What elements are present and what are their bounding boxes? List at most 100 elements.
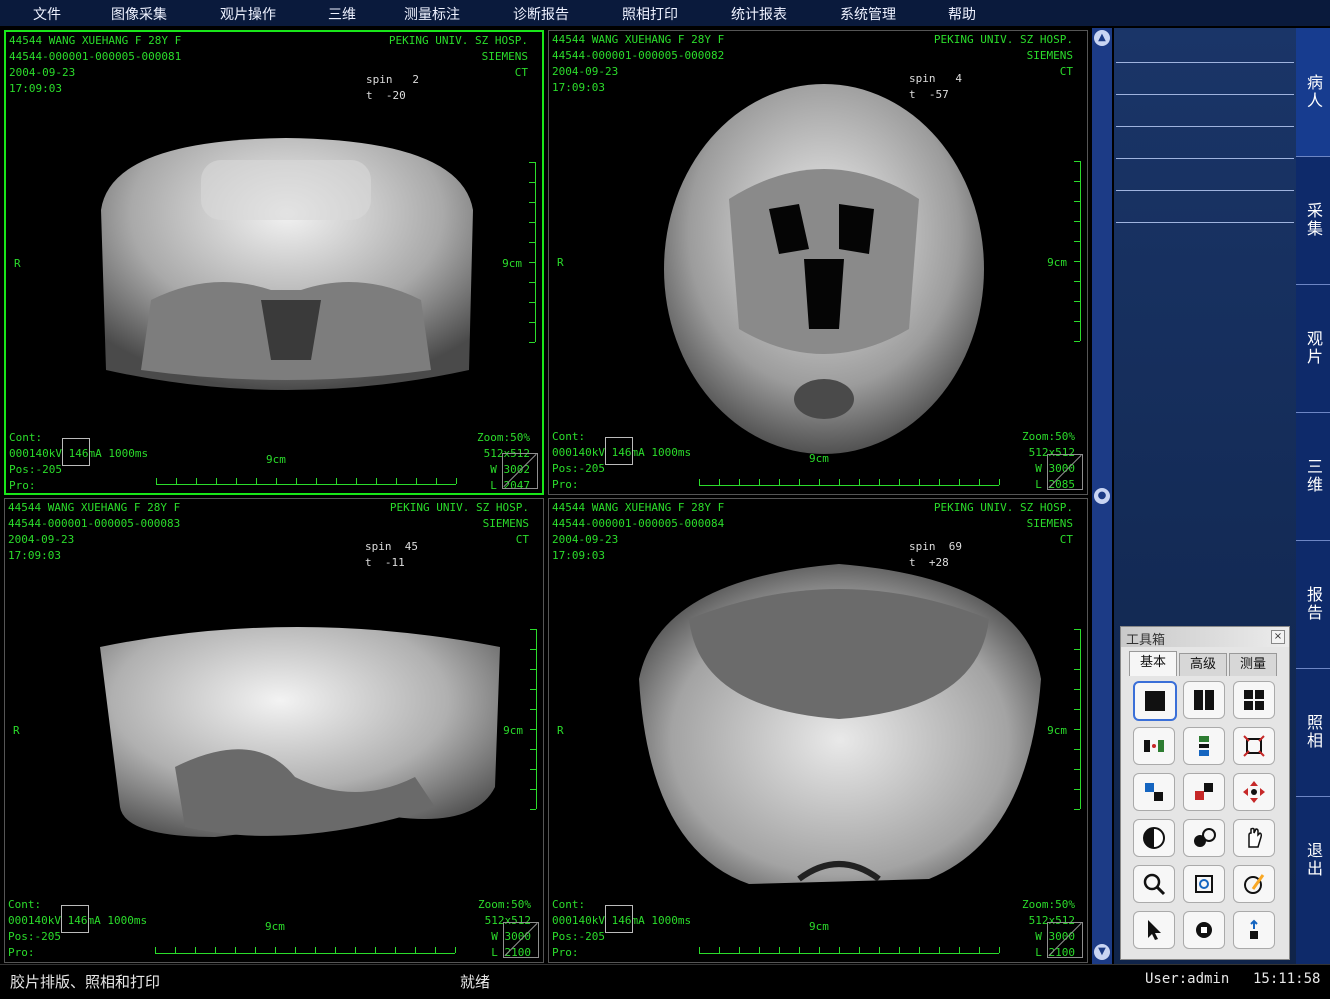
tool-layout-2x2-button[interactable] bbox=[1233, 681, 1275, 719]
panel-row-divider bbox=[1116, 222, 1294, 223]
tool-series-stack-button[interactable] bbox=[1183, 727, 1225, 765]
menu-measure[interactable]: 测量标注 bbox=[404, 4, 460, 24]
tool-stop-button[interactable] bbox=[1183, 911, 1225, 949]
ruler-tick bbox=[395, 947, 396, 953]
scroll-thumb[interactable]: ● bbox=[1094, 488, 1110, 504]
scroll-up-icon[interactable]: ▲ bbox=[1094, 30, 1110, 46]
tab-basic[interactable]: 基本 bbox=[1129, 651, 1177, 676]
horizontal-ruler bbox=[155, 947, 456, 954]
ruler-tick bbox=[1074, 301, 1080, 302]
menu-system[interactable]: 系统管理 bbox=[840, 4, 896, 24]
ruler-tick bbox=[530, 669, 536, 670]
nav-tab-acquire[interactable]: 采集 bbox=[1296, 156, 1330, 285]
tool-layout-1x2-button[interactable] bbox=[1183, 681, 1225, 719]
ruler-tick bbox=[415, 947, 416, 953]
rotation-info: spin 2 t -20 bbox=[366, 73, 419, 102]
ruler-tick bbox=[530, 749, 536, 750]
tool-grid bbox=[1127, 681, 1283, 953]
ruler-tick bbox=[1074, 689, 1080, 690]
tool-swap-button[interactable] bbox=[1183, 773, 1225, 811]
ruler-tick bbox=[879, 479, 880, 485]
horizontal-scale-label: 9cm bbox=[266, 453, 286, 466]
tool-pan-cross-button[interactable] bbox=[1233, 773, 1275, 811]
ruler-tick bbox=[215, 947, 216, 953]
tool-reset-button[interactable] bbox=[1233, 911, 1275, 949]
close-icon[interactable]: × bbox=[1271, 630, 1285, 644]
menu-viewing[interactable]: 观片操作 bbox=[220, 4, 276, 24]
tab-advanced[interactable]: 高级 bbox=[1179, 653, 1227, 676]
scroll-down-icon[interactable]: ▼ bbox=[1094, 944, 1110, 960]
ruler-tick bbox=[939, 479, 940, 485]
tool-flip-button[interactable] bbox=[1133, 773, 1175, 811]
ruler-tick bbox=[779, 947, 780, 953]
ruler-tick bbox=[859, 479, 860, 485]
ruler-tick bbox=[455, 947, 456, 953]
menu-statistics[interactable]: 统计报表 bbox=[731, 4, 787, 24]
ruler-tick bbox=[176, 478, 177, 484]
nav-tab-camera[interactable]: 照相 bbox=[1296, 668, 1330, 797]
ruler-tick bbox=[699, 947, 700, 953]
ruler-tick bbox=[979, 479, 980, 485]
menu-3d[interactable]: 三维 bbox=[328, 4, 356, 24]
ruler-tick bbox=[979, 947, 980, 953]
menu-image-acquisition[interactable]: 图像采集 bbox=[111, 4, 167, 24]
menu-bar: 文件 图像采集 观片操作 三维 测量标注 诊断报告 照相打印 统计报表 系统管理… bbox=[0, 0, 1330, 26]
menu-print[interactable]: 照相打印 bbox=[622, 4, 678, 24]
vertical-ruler bbox=[1074, 161, 1081, 342]
menu-help[interactable]: 帮助 bbox=[948, 4, 976, 24]
ruler-tick bbox=[416, 478, 417, 484]
orientation-label: R bbox=[14, 257, 21, 270]
tool-hand-pan-button[interactable] bbox=[1233, 819, 1275, 857]
viewport-1[interactable]: 44544 WANG XUEHANG F 28Y F 44544-000001-… bbox=[4, 30, 544, 495]
ruler-tick bbox=[195, 947, 196, 953]
ruler-tick bbox=[1074, 789, 1080, 790]
tool-pointer-button[interactable] bbox=[1133, 911, 1175, 949]
tool-crop-zoom-button[interactable] bbox=[1183, 865, 1225, 903]
tool-compare-button[interactable] bbox=[1133, 727, 1175, 765]
tool-magnify-button[interactable] bbox=[1133, 865, 1175, 903]
tool-layout-1x1-button[interactable] bbox=[1133, 681, 1177, 721]
toolbox-window: 工具箱 × 基本 高级 测量 bbox=[1120, 626, 1290, 960]
viewport-2[interactable]: 44544 WANG XUEHANG F 28Y F 44544-000001-… bbox=[548, 30, 1088, 495]
ruler-tick bbox=[1074, 629, 1080, 630]
ruler-tick bbox=[529, 202, 535, 203]
viewport-3[interactable]: 44544 WANG XUEHANG F 28Y F 44544-000001-… bbox=[4, 498, 544, 963]
ruler-tick bbox=[859, 947, 860, 953]
horizontal-ruler bbox=[699, 479, 1000, 486]
ruler-tick bbox=[999, 479, 1000, 485]
ruler-tick bbox=[530, 809, 536, 810]
tool-window-level-button[interactable] bbox=[1183, 819, 1225, 857]
ruler-tick bbox=[530, 709, 536, 710]
viewport-4[interactable]: 44544 WANG XUEHANG F 28Y F 44544-000001-… bbox=[548, 498, 1088, 963]
menu-report[interactable]: 诊断报告 bbox=[513, 4, 569, 24]
nav-tab-exit[interactable]: 退出 bbox=[1296, 796, 1330, 924]
ruler-tick bbox=[296, 478, 297, 484]
skull-render bbox=[101, 138, 473, 390]
layout-2x2-icon bbox=[1244, 690, 1264, 710]
ruler-tick bbox=[719, 947, 720, 953]
horizontal-scale-label: 9cm bbox=[809, 452, 829, 465]
nav-tab-report[interactable]: 报告 bbox=[1296, 540, 1330, 669]
ruler-tick bbox=[276, 478, 277, 484]
ruler-tick bbox=[919, 479, 920, 485]
tool-fit-window-button[interactable] bbox=[1233, 727, 1275, 765]
magnify-icon bbox=[1143, 873, 1166, 896]
nav-tab-patient[interactable]: 病人 bbox=[1296, 28, 1330, 157]
ruler-tick bbox=[529, 162, 535, 163]
tab-measure[interactable]: 测量 bbox=[1229, 653, 1277, 676]
ruler-tick bbox=[879, 947, 880, 953]
corner-marker bbox=[503, 922, 539, 958]
ruler-tick bbox=[779, 479, 780, 485]
ruler-tick bbox=[899, 479, 900, 485]
menu-file[interactable]: 文件 bbox=[33, 4, 61, 24]
tool-invert-button[interactable] bbox=[1133, 819, 1175, 857]
nav-tab-3d[interactable]: 三维 bbox=[1296, 412, 1330, 541]
nav-tab-view[interactable]: 观片 bbox=[1296, 284, 1330, 413]
vertical-scrollbar[interactable]: ▲ ● ▼ bbox=[1092, 28, 1112, 964]
ruler-tick bbox=[1074, 649, 1080, 650]
tool-annotate-button[interactable] bbox=[1233, 865, 1275, 903]
toolbox-titlebar[interactable]: 工具箱 × bbox=[1121, 627, 1289, 648]
ruler-tick bbox=[529, 322, 535, 323]
pan-cross-icon bbox=[1243, 781, 1265, 803]
orientation-cube-icon bbox=[605, 905, 633, 933]
